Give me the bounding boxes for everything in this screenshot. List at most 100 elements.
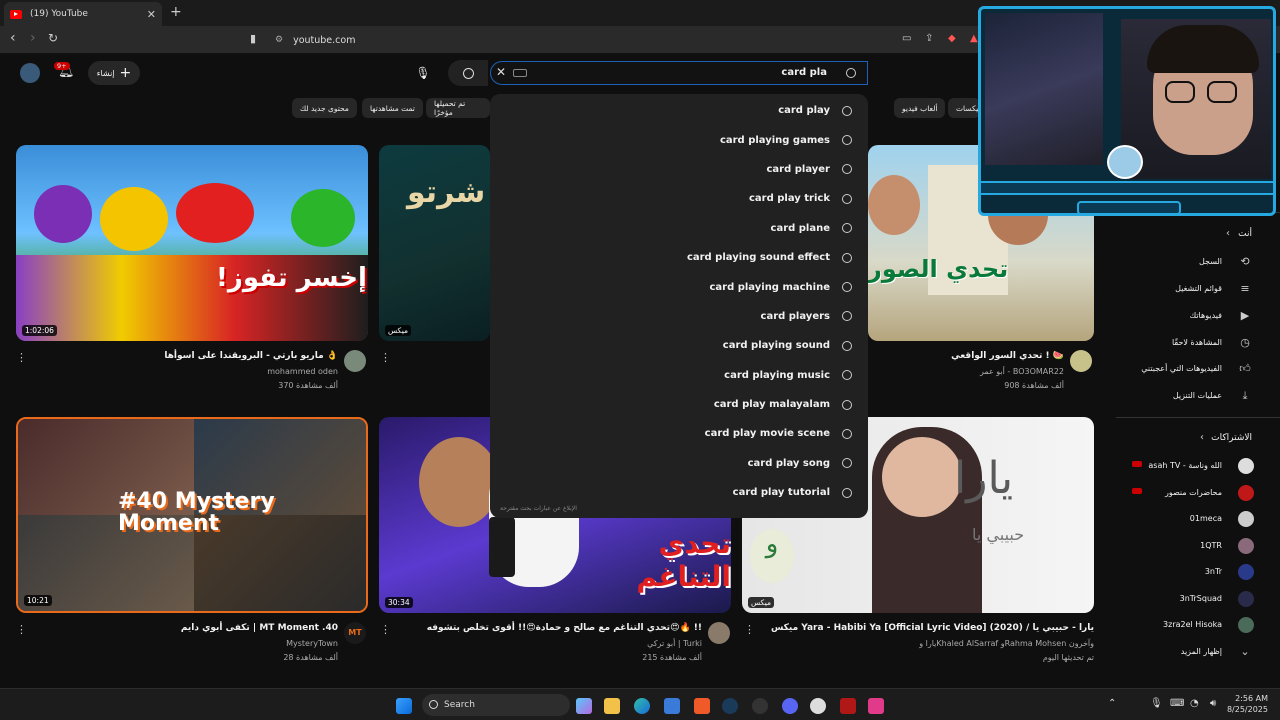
suggestion-item[interactable]: card playing games: [490, 125, 868, 154]
search-button[interactable]: [448, 60, 488, 86]
sidebar-you-heading[interactable]: أنت: [1238, 229, 1252, 239]
sidebar-item-liked-videos[interactable]: الفيديوهات التي أعجبتني: [1141, 364, 1222, 373]
clear-search-icon[interactable]: ✕: [496, 65, 506, 79]
sidebar-item-subscription[interactable]: 3zra2el Hisoka: [1163, 620, 1222, 629]
chrome-icon[interactable]: [810, 698, 826, 714]
capcut-icon[interactable]: [840, 698, 856, 714]
chevron-up-icon[interactable]: ⌃: [1108, 698, 1116, 709]
new-tab-icon[interactable]: +: [170, 4, 182, 20]
suggestion-item[interactable]: card play trick: [490, 184, 868, 213]
video-title[interactable]: تحدي التناغم مع صالح و حمادة😍!! أقوى تخل…: [427, 623, 702, 633]
sidebar-item-watch-later[interactable]: المشاهدة لاحقًا: [1172, 338, 1222, 347]
sidebar-item-your-videos[interactable]: فيديوهاتك: [1190, 311, 1222, 320]
show-more-button[interactable]: إظهار المزيد: [1181, 647, 1222, 656]
obs-icon[interactable]: [752, 698, 768, 714]
microphone-icon[interactable]: 🎙︎: [1150, 698, 1163, 709]
video-views: 908 ألف مشاهدة: [1004, 381, 1064, 390]
video-title[interactable]: تكفى أبوي دايم | MT Moment .40: [181, 623, 338, 633]
video-title[interactable]: ماريو بارتي - البروبقندا على اسوأها 👌: [164, 351, 338, 361]
suggestion-item[interactable]: card plane: [490, 214, 868, 243]
sidebar-item-history[interactable]: السجل: [1199, 257, 1222, 266]
channel-avatar[interactable]: [344, 350, 366, 372]
webcam-mascot-logo: [1107, 145, 1143, 179]
site-info-icon[interactable]: ⚙: [275, 35, 283, 45]
suggestion-item[interactable]: card play song: [490, 449, 868, 478]
search-icon: [842, 135, 852, 146]
sidebar-item-subscription[interactable]: asah TV - الله وناسة: [1148, 461, 1222, 470]
more-options-icon[interactable]: ⋮: [380, 623, 391, 636]
forward-icon[interactable]: ›: [30, 30, 36, 46]
chip-new-for-you[interactable]: محتوى جديد لك: [292, 98, 357, 118]
suggestion-item[interactable]: card players: [490, 302, 868, 331]
wifi-icon[interactable]: ◔: [1190, 698, 1199, 709]
taskbar-clock[interactable]: 2:56 AM 8/25/2025: [1227, 693, 1268, 715]
suggestion-item[interactable]: card player: [490, 155, 868, 184]
suggestion-item[interactable]: card play tutorial: [490, 478, 868, 507]
chip-watched[interactable]: تمت مشاهدتها: [362, 98, 423, 118]
channel-name[interactable]: يارا وKhaled AlSarraf وRahma Mohsen وآخر…: [919, 639, 1094, 648]
sidebar-subscriptions-heading[interactable]: الاشتراكات: [1211, 433, 1252, 443]
video-title[interactable]: تحدي السور الواقعي ! 🍉: [951, 351, 1064, 361]
suggestion-item[interactable]: card playing sound: [490, 331, 868, 360]
sidebar-item-subscription[interactable]: 3nTr: [1205, 567, 1222, 576]
playlists-icon: ≡: [1240, 282, 1250, 295]
sidebar-item-playlists[interactable]: قوائم التشغيل: [1175, 284, 1222, 293]
suggestion-item[interactable]: card playing sound effect: [490, 243, 868, 272]
keyboard-icon[interactable]: [513, 69, 527, 77]
channel-avatar[interactable]: [1070, 350, 1092, 372]
report-suggestions-link[interactable]: الإبلاغ عن عبارات بحث مقترحة: [500, 505, 577, 512]
channel-avatar[interactable]: MT: [344, 622, 366, 644]
chip-video-games[interactable]: ألعاب فيديو: [894, 98, 946, 118]
discord-icon[interactable]: [782, 698, 798, 714]
microphone-icon[interactable]: 🎙︎: [410, 61, 436, 85]
keyboard-icon[interactable]: ⌨: [1170, 698, 1184, 709]
close-tab-icon[interactable]: ✕: [147, 8, 156, 21]
file-explorer-icon[interactable]: [604, 698, 620, 714]
share-icon[interactable]: ⇪: [925, 33, 933, 44]
reload-icon[interactable]: ↻: [48, 31, 58, 45]
avatar[interactable]: [20, 63, 40, 83]
chip-recently-uploaded[interactable]: تم تحميلها مؤخرًا: [426, 98, 490, 118]
brave-shield-icon[interactable]: ◆: [948, 33, 956, 44]
browser-tab[interactable]: (19) YouTube ✕: [4, 2, 162, 26]
sidebar-item-subscription[interactable]: 1QTR: [1200, 541, 1222, 550]
taskbar-search[interactable]: Search: [422, 694, 570, 716]
more-options-icon[interactable]: ⋮: [16, 351, 27, 364]
brave-icon[interactable]: [694, 698, 710, 714]
back-icon[interactable]: ‹: [10, 30, 16, 46]
windows-start-icon[interactable]: [396, 698, 412, 714]
video-thumbnail-mix-1[interactable]: شرتو ميكس: [379, 145, 490, 341]
suggestion-item[interactable]: card playing machine: [490, 272, 868, 301]
channel-name[interactable]: mohammed oden: [267, 367, 338, 376]
video-title[interactable]: ميكس Yara - Habibi Ya [Official Lyric Vi…: [771, 623, 1094, 633]
sidebar-item-subscription[interactable]: 3nTrSquad: [1180, 594, 1222, 603]
copilot-icon[interactable]: [576, 698, 592, 714]
volume-icon[interactable]: 🔊︎: [1210, 698, 1216, 709]
more-options-icon[interactable]: ⋮: [744, 623, 755, 636]
more-options-icon[interactable]: ⋮: [16, 623, 27, 636]
rewards-icon[interactable]: ▲: [970, 33, 978, 44]
sidebar-item-downloads[interactable]: عمليات التنزيل: [1173, 391, 1222, 400]
channel-name[interactable]: أبو تركي | Turki: [647, 639, 702, 648]
edge-icon[interactable]: [634, 698, 650, 714]
sidebar-item-subscription[interactable]: 01meca: [1190, 514, 1222, 523]
video-thumbnail-mario-party[interactable]: إخسر تفوز! 1:02:06: [16, 145, 368, 341]
channel-name[interactable]: MysteryTown: [286, 639, 338, 648]
store-icon[interactable]: [664, 698, 680, 714]
app-icon[interactable]: [868, 698, 884, 714]
suggestion-item[interactable]: card play malayalam: [490, 390, 868, 419]
video-thumbnail-mystery-moment[interactable]: #40 Mystery Moment 10:21: [16, 417, 368, 613]
more-options-icon[interactable]: ⋮: [380, 351, 391, 364]
url-field[interactable]: ⚙ youtube.com: [240, 29, 980, 51]
create-button[interactable]: إنشاء +: [88, 61, 140, 85]
channel-name[interactable]: أبو عمر - BO3OMAR22: [980, 367, 1064, 376]
steam-icon[interactable]: [722, 698, 738, 714]
chip-mixes[interactable]: ميكسات: [948, 98, 980, 118]
suggestion-item[interactable]: card play movie scene: [490, 419, 868, 448]
cast-icon[interactable]: ▭: [902, 33, 911, 44]
suggestion-item[interactable]: card playing music: [490, 361, 868, 390]
channel-avatar[interactable]: [708, 622, 730, 644]
sidebar-item-subscription[interactable]: محاضرات منصور: [1165, 488, 1222, 497]
search-input[interactable]: ✕ card pla: [490, 61, 868, 85]
suggestion-item[interactable]: card play: [490, 96, 868, 125]
